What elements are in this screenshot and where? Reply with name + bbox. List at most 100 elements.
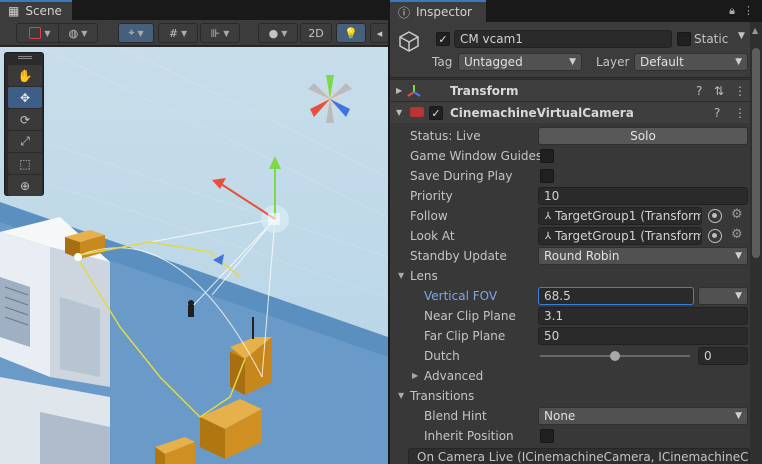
kebab-menu-icon[interactable]: ⋮ bbox=[734, 84, 746, 98]
tag-dropdown[interactable]: Untagged ▼ bbox=[458, 53, 582, 71]
static-label: Static bbox=[694, 32, 729, 46]
inherit-position-label: Inherit Position bbox=[424, 429, 514, 443]
lock-icon[interactable]: 🔒︎ bbox=[729, 4, 735, 18]
scene-icon: ▦ bbox=[8, 4, 20, 18]
blend-hint-dropdown[interactable]: None ▼ bbox=[538, 407, 748, 425]
dutch-slider-thumb[interactable] bbox=[610, 351, 620, 361]
lens-row[interactable]: ▼ Lens bbox=[390, 266, 750, 286]
scale-tool-button[interactable]: ⤢ bbox=[8, 131, 42, 152]
preset-icon[interactable]: ⇅ bbox=[714, 84, 724, 98]
follow-field[interactable]: ⅄ TargetGroup1 (Transform) bbox=[538, 207, 702, 225]
transform-title: Transform bbox=[450, 83, 519, 98]
rect-tool-button[interactable]: ⬚ bbox=[8, 153, 42, 174]
object-picker-icon[interactable] bbox=[708, 209, 722, 223]
globe-icon: ◍ bbox=[68, 26, 79, 40]
far-clip-field[interactable]: 50 bbox=[538, 327, 748, 345]
vfov-row: Vertical FOV 68.5 ▼ bbox=[390, 286, 750, 306]
vcam-header[interactable]: ▼ ✓ CinemachineVirtualCamera ? ⋮ bbox=[390, 101, 750, 123]
far-clip-row: Far Clip Plane 50 bbox=[390, 326, 750, 346]
gear-icon[interactable]: ⚙ bbox=[731, 207, 743, 222]
tool-palette: ✋ ✥ ⟳ ⤢ ⬚ ⊕ bbox=[4, 52, 44, 196]
scroll-up-icon[interactable]: ▲ bbox=[752, 26, 758, 35]
kebab-menu-icon[interactable]: ⋮ bbox=[743, 4, 754, 18]
inspector-tab[interactable]: ⓘ Inspector bbox=[390, 0, 486, 22]
layer-value: Default bbox=[640, 55, 684, 69]
scene-viewport[interactable] bbox=[0, 47, 388, 464]
fold-right-icon: ▶ bbox=[396, 86, 403, 95]
help-icon[interactable]: ? bbox=[714, 106, 720, 120]
increment-snap-dropdown[interactable]: ⊪ ▼ bbox=[200, 23, 240, 43]
name-field[interactable]: CM vcam1 bbox=[454, 30, 672, 48]
palette-grip-icon[interactable] bbox=[18, 56, 32, 59]
chevron-down-icon: ▼ bbox=[735, 251, 742, 261]
standby-row: Standby Update Round Robin ▼ bbox=[390, 246, 750, 266]
audio-icon: ◂ bbox=[376, 26, 383, 40]
lightbulb-icon: 💡 bbox=[344, 26, 358, 40]
layer-dropdown[interactable]: Default ▼ bbox=[634, 53, 748, 71]
on-camera-live-event[interactable]: On Camera Live (ICinemachineCamera, ICin… bbox=[408, 448, 750, 464]
solo-button[interactable]: Solo bbox=[538, 127, 748, 145]
toggle-2d-label: 2D bbox=[308, 26, 324, 40]
scene-toolbar: ▼ ◍ ▼ ⌖ ▼ # ▼ ⊪ ▼ ● ▼ 2D 💡 ◂ bbox=[0, 20, 388, 46]
hand-tool-button[interactable]: ✋ bbox=[8, 65, 42, 86]
orientation-gizmo-icon[interactable] bbox=[300, 69, 360, 129]
object-picker-icon[interactable] bbox=[708, 229, 722, 243]
standby-label: Standby Update bbox=[410, 249, 507, 263]
grid-snap-dropdown[interactable]: # ▼ bbox=[158, 23, 198, 43]
gameobject-header: ✓ CM vcam1 Static ▼ Tag Untagged ▼ Layer… bbox=[390, 22, 762, 78]
globe-dropdown[interactable]: ◍ ▼ bbox=[58, 23, 98, 43]
transform-small-icon: ⅄ bbox=[545, 210, 552, 222]
move-tool-button[interactable]: ✥ bbox=[8, 87, 42, 108]
sphere-icon: ● bbox=[268, 26, 279, 40]
lighting-toggle[interactable]: 💡 bbox=[336, 23, 366, 43]
near-clip-field[interactable]: 3.1 bbox=[538, 307, 748, 325]
dutch-field[interactable]: 0 bbox=[698, 347, 748, 365]
transitions-row[interactable]: ▼ Transitions bbox=[390, 386, 750, 406]
game-window-guides-row: Game Window Guides bbox=[390, 146, 750, 166]
static-checkbox[interactable] bbox=[677, 32, 691, 46]
draw-mode-dropdown[interactable]: ▼ bbox=[16, 23, 64, 43]
advanced-row[interactable]: ▶ Advanced bbox=[390, 366, 750, 386]
dutch-row: Dutch 0 bbox=[390, 346, 750, 366]
hand-icon: ✋ bbox=[17, 68, 33, 83]
kebab-menu-icon[interactable]: ⋮ bbox=[734, 106, 746, 120]
transform-header[interactable]: ▶ Transform ? ⇅ ⋮ bbox=[390, 79, 750, 101]
scene-tab[interactable]: ▦ Scene bbox=[0, 0, 72, 20]
shading-dropdown[interactable]: ● ▼ bbox=[258, 23, 298, 43]
standby-value: Round Robin bbox=[544, 249, 620, 263]
tag-label: Tag bbox=[432, 55, 453, 69]
rotate-tool-button[interactable]: ⟳ bbox=[8, 109, 42, 130]
grid-icon: # bbox=[168, 26, 179, 40]
fov-preset-dropdown[interactable]: ▼ bbox=[698, 287, 748, 305]
blend-hint-row: Blend Hint None ▼ bbox=[390, 406, 750, 426]
transform-axes-icon bbox=[407, 85, 421, 97]
priority-row: Priority 10 bbox=[390, 186, 750, 206]
shaded-mode-icon bbox=[29, 27, 42, 39]
audio-toggle[interactable]: ◂ bbox=[370, 23, 388, 43]
gear-icon[interactable]: ⚙ bbox=[731, 227, 743, 242]
rect-icon: ⬚ bbox=[19, 156, 31, 171]
layer-label: Layer bbox=[596, 55, 630, 69]
pivot-toggle[interactable]: ⌖ ▼ bbox=[118, 23, 154, 43]
inspector-tab-label: Inspector bbox=[416, 5, 472, 19]
priority-field[interactable]: 10 bbox=[538, 187, 748, 205]
save-during-play-checkbox[interactable] bbox=[540, 169, 554, 183]
active-checkbox[interactable]: ✓ bbox=[436, 32, 450, 46]
static-dropdown-arrow-icon[interactable]: ▼ bbox=[738, 31, 745, 41]
game-window-guides-checkbox[interactable] bbox=[540, 149, 554, 163]
save-during-play-label: Save During Play bbox=[410, 169, 513, 183]
fold-down-icon: ▼ bbox=[396, 108, 403, 117]
inherit-position-checkbox[interactable] bbox=[540, 429, 554, 443]
transform-tool-button[interactable]: ⊕ bbox=[8, 175, 42, 196]
lookat-value: TargetGroup1 (Transform) bbox=[555, 229, 702, 243]
standby-dropdown[interactable]: Round Robin ▼ bbox=[538, 247, 748, 265]
lookat-field[interactable]: ⅄ TargetGroup1 (Transform) bbox=[538, 227, 702, 245]
toggle-2d-button[interactable]: 2D bbox=[300, 23, 332, 43]
inspector-panel: ⓘ Inspector 🔒︎ ⋮ ✓ CM vcam1 Static ▼ Tag… bbox=[390, 0, 762, 464]
vfov-field[interactable]: 68.5 bbox=[538, 287, 694, 305]
inspector-scrollbar[interactable]: ▲ bbox=[750, 22, 762, 464]
scrollbar-thumb[interactable] bbox=[752, 48, 760, 258]
priority-label: Priority bbox=[410, 189, 453, 203]
help-icon[interactable]: ? bbox=[696, 84, 702, 98]
vcam-enabled-checkbox[interactable]: ✓ bbox=[429, 106, 443, 120]
